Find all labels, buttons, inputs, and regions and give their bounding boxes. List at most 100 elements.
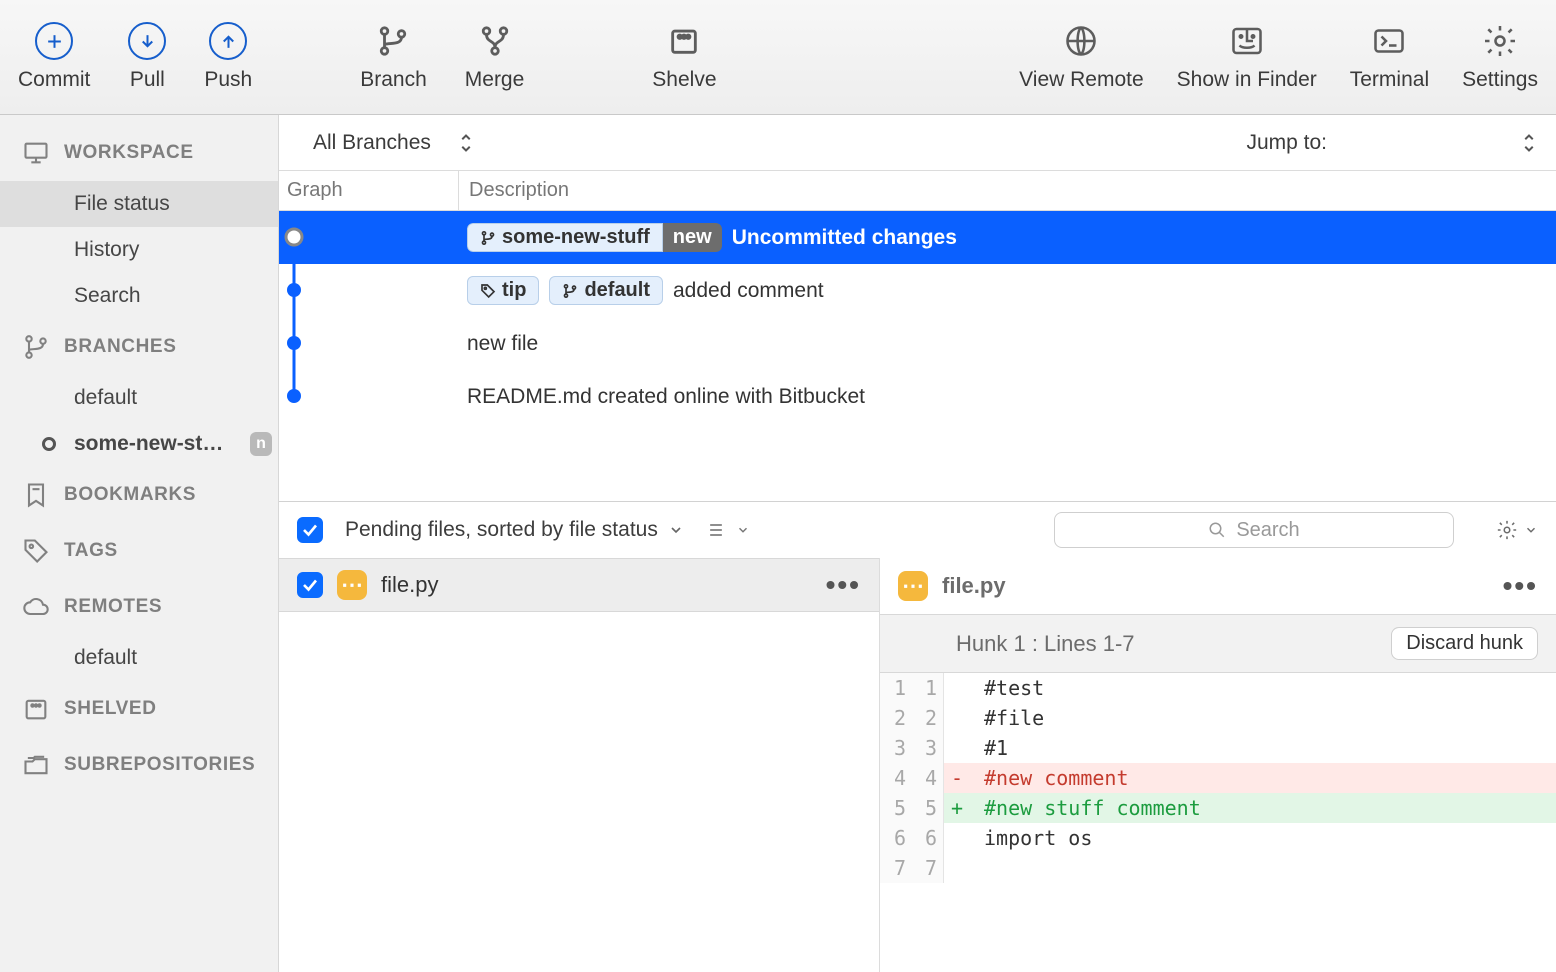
diff-actions-button[interactable]: ••• [1503, 570, 1538, 602]
sidebar-section-label: SHELVED [64, 698, 157, 720]
col-header-description[interactable]: Description [459, 171, 1556, 210]
branch-icon [22, 333, 50, 361]
branch-icon [562, 283, 578, 299]
diff-line[interactable]: #test [944, 673, 1556, 703]
sidebar-section-bookmarks[interactable]: BOOKMARKS [0, 467, 278, 523]
list-mode-dropdown[interactable] [706, 520, 750, 540]
diff-hunk-header: Hunk 1 : Lines 1-7 Discard hunk [880, 615, 1556, 673]
commit-message: Uncommitted changes [732, 226, 957, 250]
commit-row[interactable]: some-new-stuff new Uncommitted changes [279, 211, 1556, 264]
sidebar-section-branches[interactable]: BRANCHES [0, 319, 278, 375]
chevron-down-icon [736, 523, 750, 537]
sidebar-item-file-status[interactable]: File status [0, 181, 278, 227]
file-checkbox[interactable] [297, 572, 323, 598]
sidebar-section-label: BRANCHES [64, 336, 176, 358]
commit-row[interactable]: README.md created online with Bitbucket [279, 370, 1556, 423]
pending-sort-dropdown[interactable]: Pending files, sorted by file status [345, 518, 684, 542]
detail-pane: Pending files, sorted by file status Sea… [279, 501, 1556, 972]
merge-icon [476, 22, 514, 60]
bookmark-icon [22, 481, 50, 509]
sidebar-section-label: SUBREPOSITORIES [64, 754, 255, 776]
view-remote-button[interactable]: View Remote [1015, 16, 1148, 98]
folder-stack-icon [22, 751, 50, 779]
sidebar-item-remote-default[interactable]: default [0, 635, 278, 681]
shelve-label: Shelve [652, 68, 716, 92]
toolbar-left: Commit Pull Push Branch Merge [14, 16, 721, 98]
branch-filter-bar: All Branches Jump to: [279, 115, 1556, 171]
sidebar-section-remotes[interactable]: REMOTES [0, 579, 278, 635]
sidebar-section-workspace[interactable]: WORKSPACE [0, 125, 278, 181]
merge-label: Merge [465, 68, 525, 92]
toolbar-right: View Remote Show in Finder Terminal Sett… [1015, 16, 1542, 98]
col-header-graph[interactable]: Graph [279, 171, 459, 210]
sidebar-section-subrepos[interactable]: SUBREPOSITORIES [0, 737, 278, 793]
pull-button[interactable]: Pull [124, 16, 170, 98]
finder-icon [1228, 22, 1266, 60]
diff-line[interactable]: #file [944, 703, 1556, 733]
new-badge: n [250, 432, 272, 456]
tag-text: tip [502, 279, 526, 302]
diff-line[interactable]: #1 [944, 733, 1556, 763]
detail-split: ⋯ file.py ••• ⋯ file.py ••• Hunk 1 : Lin… [279, 558, 1556, 972]
commit-history: some-new-stuff new Uncommitted changes t… [279, 211, 1556, 501]
search-placeholder: Search [1236, 519, 1299, 542]
chevron-down-icon [668, 522, 684, 538]
diff-line[interactable]: import os [944, 823, 1556, 853]
shelve-icon [22, 695, 50, 723]
cloud-icon [22, 593, 50, 621]
pending-files-list: ⋯ file.py ••• [279, 558, 879, 972]
branch-tag: default [549, 276, 663, 305]
push-button[interactable]: Push [200, 16, 256, 98]
diff-file-header: ⋯ file.py ••• [880, 558, 1556, 615]
branch-button[interactable]: Branch [356, 16, 431, 98]
shelve-icon [665, 22, 703, 60]
commit-row[interactable]: tip default added comment [279, 264, 1556, 317]
modified-icon: ⋯ [337, 570, 367, 600]
commit-row[interactable]: new file [279, 317, 1556, 370]
gear-icon [1496, 519, 1518, 541]
terminal-label: Terminal [1350, 68, 1429, 92]
select-all-checkbox[interactable] [297, 517, 323, 543]
sidebar: WORKSPACE File status History Search BRA… [0, 115, 279, 972]
search-input[interactable]: Search [1054, 512, 1454, 548]
diff-line[interactable]: -#new comment [944, 763, 1556, 793]
terminal-button[interactable]: Terminal [1346, 16, 1433, 98]
commit-button[interactable]: Commit [14, 16, 94, 98]
settings-button[interactable]: Settings [1458, 16, 1542, 98]
diff-lines: #test#file#1-#new comment+#new stuff com… [944, 673, 1556, 883]
upload-icon [209, 22, 247, 60]
sidebar-section-shelved[interactable]: SHELVED [0, 681, 278, 737]
chevron-down-icon [1524, 523, 1538, 537]
branch-icon [480, 230, 496, 246]
list-icon [706, 520, 726, 540]
sidebar-item-branch-default[interactable]: default [0, 375, 278, 421]
jump-to-label: Jump to: [1246, 131, 1327, 155]
diff-line[interactable]: +#new stuff comment [944, 793, 1556, 823]
sidebar-item-branch-current[interactable]: some-new-st… n [0, 421, 278, 467]
terminal-icon [1370, 22, 1408, 60]
merge-button[interactable]: Merge [461, 16, 529, 98]
tag-icon [480, 283, 496, 299]
sidebar-section-tags[interactable]: TAGS [0, 523, 278, 579]
file-actions-button[interactable]: ••• [826, 569, 861, 601]
sidebar-item-search[interactable]: Search [0, 273, 278, 319]
show-in-finder-button[interactable]: Show in Finder [1173, 16, 1321, 98]
commit-message: added comment [673, 279, 824, 303]
diff-settings-dropdown[interactable] [1496, 519, 1538, 541]
jump-to-dropdown[interactable]: Jump to: [1246, 131, 1536, 155]
branch-filter-dropdown[interactable]: All Branches [279, 131, 507, 155]
diff-body: 1234567 1234567 #test#file#1-#new commen… [880, 673, 1556, 883]
sidebar-section-label: REMOTES [64, 596, 162, 618]
history-headers: Graph Description [279, 171, 1556, 211]
modified-icon: ⋯ [898, 571, 928, 601]
sidebar-item-history[interactable]: History [0, 227, 278, 273]
sidebar-item-label: some-new-st… [74, 432, 223, 455]
pending-label-text: Pending files, sorted by file status [345, 518, 658, 542]
file-row[interactable]: ⋯ file.py ••• [279, 558, 879, 612]
pull-label: Pull [130, 68, 165, 92]
tag-icon [22, 537, 50, 565]
shelve-button[interactable]: Shelve [648, 16, 720, 98]
sidebar-section-label: TAGS [64, 540, 118, 562]
commit-message: README.md created online with Bitbucket [467, 385, 865, 409]
discard-hunk-button[interactable]: Discard hunk [1391, 627, 1538, 660]
